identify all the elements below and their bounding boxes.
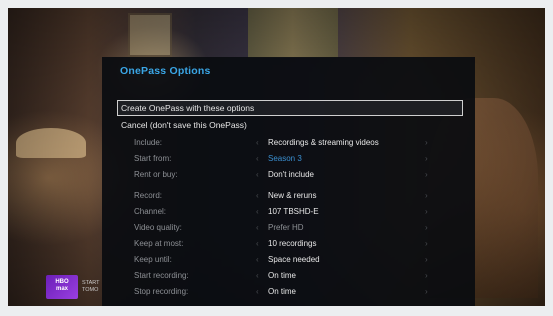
chevron-right-icon[interactable]: › bbox=[425, 136, 428, 150]
chevron-right-icon[interactable]: › bbox=[425, 269, 428, 283]
option-row-start-recording[interactable]: Start recording: ‹ On time › bbox=[118, 269, 438, 283]
chevron-left-icon[interactable]: ‹ bbox=[256, 269, 259, 283]
chevron-left-icon[interactable]: ‹ bbox=[256, 205, 259, 219]
option-row-video-quality[interactable]: Video quality: ‹ Prefer HD › bbox=[118, 221, 438, 235]
option-value: 10 recordings bbox=[268, 239, 317, 248]
option-value: 107 TBSHD-E bbox=[268, 207, 319, 216]
option-label: Keep at most: bbox=[134, 239, 184, 248]
chevron-right-icon[interactable]: › bbox=[425, 221, 428, 235]
chevron-right-icon[interactable]: › bbox=[425, 237, 428, 251]
option-value: Prefer HD bbox=[268, 223, 304, 232]
chevron-left-icon[interactable]: ‹ bbox=[256, 152, 259, 166]
option-value: Space needed bbox=[268, 255, 320, 264]
chevron-left-icon[interactable]: ‹ bbox=[256, 285, 259, 299]
option-row-record[interactable]: Record: ‹ New & reruns › bbox=[118, 189, 438, 203]
cancel-onepass-button[interactable]: Cancel (don't save this OnePass) bbox=[118, 118, 247, 132]
option-row-stop-recording[interactable]: Stop recording: ‹ On time › bbox=[118, 285, 438, 299]
option-row-keep-until[interactable]: Keep until: ‹ Space needed › bbox=[118, 253, 438, 267]
option-value: Recordings & streaming videos bbox=[268, 138, 379, 147]
chevron-left-icon[interactable]: ‹ bbox=[256, 221, 259, 235]
option-row-include[interactable]: Include: ‹ Recordings & streaming videos › bbox=[118, 136, 438, 150]
option-label: Stop recording: bbox=[134, 287, 189, 296]
chevron-right-icon[interactable]: › bbox=[425, 205, 428, 219]
option-label: Record: bbox=[134, 191, 163, 200]
option-label: Channel: bbox=[134, 207, 167, 216]
chevron-right-icon[interactable]: › bbox=[425, 253, 428, 267]
option-label: Video quality: bbox=[134, 223, 182, 232]
option-row-start-from[interactable]: Start from: ‹ Season 3 › bbox=[118, 152, 438, 166]
ad-text-line2: TOMO bbox=[82, 287, 99, 293]
ad-text: START TOMO bbox=[82, 280, 100, 294]
option-label: Include: bbox=[134, 138, 163, 147]
option-value: On time bbox=[268, 271, 297, 280]
option-label: Keep until: bbox=[134, 255, 172, 264]
option-value: Don't include bbox=[268, 170, 314, 179]
create-onepass-button[interactable]: Create OnePass with these options bbox=[117, 100, 463, 116]
option-row-channel[interactable]: Channel: ‹ 107 TBSHD-E › bbox=[118, 205, 438, 219]
chevron-right-icon[interactable]: › bbox=[425, 285, 428, 299]
option-value: New & reruns bbox=[268, 191, 317, 200]
hbo-logo-line2: max bbox=[55, 286, 68, 292]
chevron-left-icon[interactable]: ‹ bbox=[256, 136, 259, 150]
chevron-left-icon[interactable]: ‹ bbox=[256, 253, 259, 267]
option-label: Start recording: bbox=[134, 271, 189, 280]
option-value: Season 3 bbox=[268, 154, 302, 163]
chevron-right-icon[interactable]: › bbox=[425, 168, 428, 182]
ad-text-line1: START bbox=[82, 280, 100, 286]
option-row-keep-at-most[interactable]: Keep at most: ‹ 10 recordings › bbox=[118, 237, 438, 251]
chevron-left-icon[interactable]: ‹ bbox=[256, 189, 259, 203]
chevron-left-icon[interactable]: ‹ bbox=[256, 237, 259, 251]
panel-title: OnePass Options bbox=[120, 65, 211, 77]
chevron-right-icon[interactable]: › bbox=[425, 152, 428, 166]
option-value: On time bbox=[268, 287, 297, 296]
option-row-rent-or-buy[interactable]: Rent or buy: ‹ Don't include › bbox=[118, 168, 438, 182]
hbo-max-logo: HBO max bbox=[46, 275, 78, 299]
chevron-left-icon[interactable]: ‹ bbox=[256, 168, 259, 182]
chevron-right-icon[interactable]: › bbox=[425, 189, 428, 203]
option-label: Rent or buy: bbox=[134, 170, 178, 179]
option-label: Start from: bbox=[134, 154, 172, 163]
hbo-logo-line1: HBO bbox=[55, 279, 69, 285]
